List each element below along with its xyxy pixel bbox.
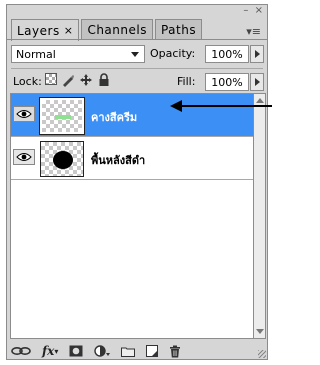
layers-panel: – × Layers × Channels Paths ▾≡ Normal Op…: [6, 4, 268, 360]
scroll-up-icon[interactable]: [256, 98, 264, 103]
visibility-eye-icon[interactable]: [13, 106, 35, 122]
window-controls: – ×: [240, 6, 263, 16]
lock-position-icon[interactable]: [79, 73, 93, 87]
bottom-toolbar: fx ▾: [11, 343, 261, 359]
tab-paths[interactable]: Paths: [154, 19, 203, 40]
layer-thumbnail: [39, 97, 85, 135]
new-layer-icon[interactable]: [146, 344, 159, 358]
tab-label: Paths: [160, 23, 197, 37]
scrollbar[interactable]: [254, 93, 266, 339]
trash-icon[interactable]: [169, 344, 181, 358]
layer-name[interactable]: พื้นหลังสีดำ: [91, 151, 145, 169]
tab-divider: [7, 39, 267, 40]
blend-mode-select[interactable]: Normal: [11, 45, 145, 63]
lock-icons: [45, 73, 111, 87]
cream-shape: [55, 115, 71, 119]
fill-slider-button[interactable]: [250, 73, 264, 91]
blend-mode-value: Normal: [16, 47, 56, 61]
opacity-label: Opacity:: [150, 47, 196, 60]
lock-label: Lock:: [13, 75, 42, 88]
fill-field[interactable]: 100%: [205, 73, 249, 91]
blend-row: Normal Opacity: 100%: [11, 45, 264, 65]
scroll-down-icon[interactable]: [256, 329, 264, 334]
lock-row: Lock: Fill: 100%: [11, 72, 264, 92]
fx-label: fx: [42, 344, 55, 358]
adjustment-layer-icon[interactable]: [94, 344, 111, 358]
tab-layers[interactable]: Layers ×: [11, 19, 80, 41]
chevron-down-icon: [131, 52, 139, 57]
new-group-icon[interactable]: [121, 344, 136, 358]
layers-list: คางสีครีม พื้นหลังสีดำ: [10, 93, 254, 339]
resize-grip[interactable]: [258, 350, 266, 358]
visibility-eye-icon[interactable]: [13, 149, 35, 165]
tab-label: Layers: [17, 23, 60, 38]
opacity-slider-button[interactable]: [250, 45, 264, 63]
layer-name[interactable]: คางสีครีม: [91, 108, 137, 126]
layer-thumbnail: [40, 141, 84, 177]
add-mask-icon[interactable]: [69, 344, 83, 358]
collapse-icon[interactable]: –: [243, 6, 248, 16]
fill-label: Fill:: [177, 75, 196, 88]
lock-transparency-icon[interactable]: [45, 73, 57, 85]
tab-label: Channels: [87, 23, 147, 37]
opacity-field[interactable]: 100%: [205, 45, 249, 63]
black-shape: [53, 151, 73, 169]
layer-style-icon[interactable]: fx ▾: [42, 344, 58, 358]
divider: [11, 68, 263, 69]
tab-close-icon[interactable]: ×: [64, 24, 74, 37]
annotation-arrow-line: [180, 105, 272, 107]
panel-menu-icon[interactable]: ▾≡: [246, 25, 261, 38]
lock-all-icon[interactable]: [97, 73, 111, 87]
close-icon[interactable]: ×: [255, 6, 263, 16]
tab-channels[interactable]: Channels: [81, 19, 153, 40]
panel-tabs: Layers × Channels Paths: [11, 19, 204, 41]
layer-row[interactable]: พื้นหลังสีดำ: [11, 137, 253, 180]
layer-row[interactable]: คางสีครีม: [11, 94, 253, 137]
lock-image-pixels-icon[interactable]: [61, 73, 75, 87]
link-layers-icon[interactable]: [11, 344, 31, 358]
